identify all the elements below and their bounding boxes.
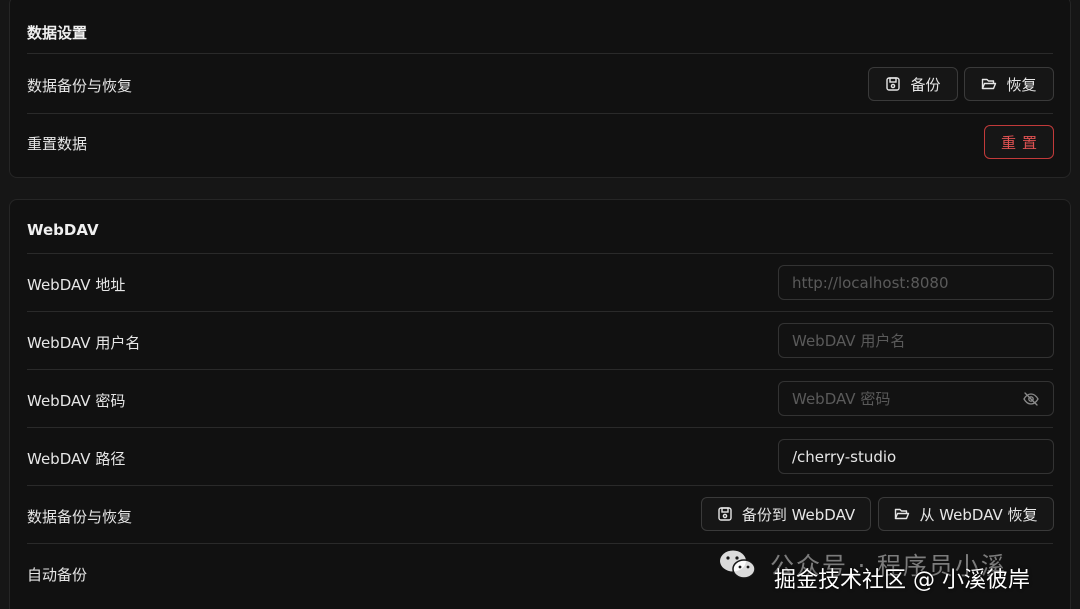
webdav-address-label: WebDAV 地址: [27, 276, 126, 294]
backup-to-webdav-button[interactable]: 备份到 WebDAV: [701, 497, 871, 531]
webdav-address-field[interactable]: [778, 265, 1054, 300]
webdav-password-field[interactable]: [778, 381, 1054, 416]
backup-button[interactable]: 备份: [868, 67, 958, 101]
auto-backup-label: 自动备份: [27, 566, 88, 584]
backup-restore-label: 数据备份与恢复: [27, 77, 133, 95]
webdav-password-label: WebDAV 密码: [27, 392, 126, 410]
webdav-card: WebDAV WebDAV 地址 WebDAV 用户名 WebDAV 密码 We…: [9, 199, 1071, 609]
folder-open-icon: [982, 78, 997, 90]
webdav-username-input[interactable]: [792, 331, 1040, 350]
webdav-username-field[interactable]: [778, 323, 1054, 358]
webdav-address-input[interactable]: [792, 273, 1040, 292]
divider: [27, 253, 1053, 254]
webdav-password-input[interactable]: [792, 389, 1014, 408]
webdav-username-label: WebDAV 用户名: [27, 334, 141, 352]
restore-button[interactable]: 恢复: [964, 67, 1054, 101]
backup-to-webdav-label: 备份到 WebDAV: [741, 505, 856, 524]
webdav-path-input[interactable]: [792, 447, 1040, 466]
divider: [27, 53, 1053, 54]
divider: [27, 427, 1053, 428]
data-settings-card: 数据设置 数据备份与恢复 备份 恢复 重置数据 重置: [9, 0, 1071, 178]
data-settings-title: 数据设置: [27, 24, 88, 42]
webdav-title: WebDAV: [27, 221, 99, 239]
divider: [27, 543, 1053, 544]
webdav-path-field[interactable]: [778, 439, 1054, 474]
eye-off-icon[interactable]: [1022, 390, 1040, 408]
backup-button-label: 备份: [910, 75, 941, 94]
save-icon: [886, 77, 901, 91]
restore-button-label: 恢复: [1006, 75, 1037, 94]
folder-open-icon: [895, 508, 910, 520]
restore-from-webdav-button[interactable]: 从 WebDAV 恢复: [878, 497, 1054, 531]
webdav-backup-restore-label: 数据备份与恢复: [27, 508, 133, 526]
divider: [27, 113, 1053, 114]
save-icon: [718, 507, 732, 521]
reset-button[interactable]: 重置: [984, 125, 1054, 159]
webdav-path-label: WebDAV 路径: [27, 450, 126, 468]
reset-data-label: 重置数据: [27, 135, 88, 153]
divider: [27, 369, 1053, 370]
restore-from-webdav-label: 从 WebDAV 恢复: [919, 505, 1038, 524]
divider: [27, 311, 1053, 312]
divider: [27, 485, 1053, 486]
